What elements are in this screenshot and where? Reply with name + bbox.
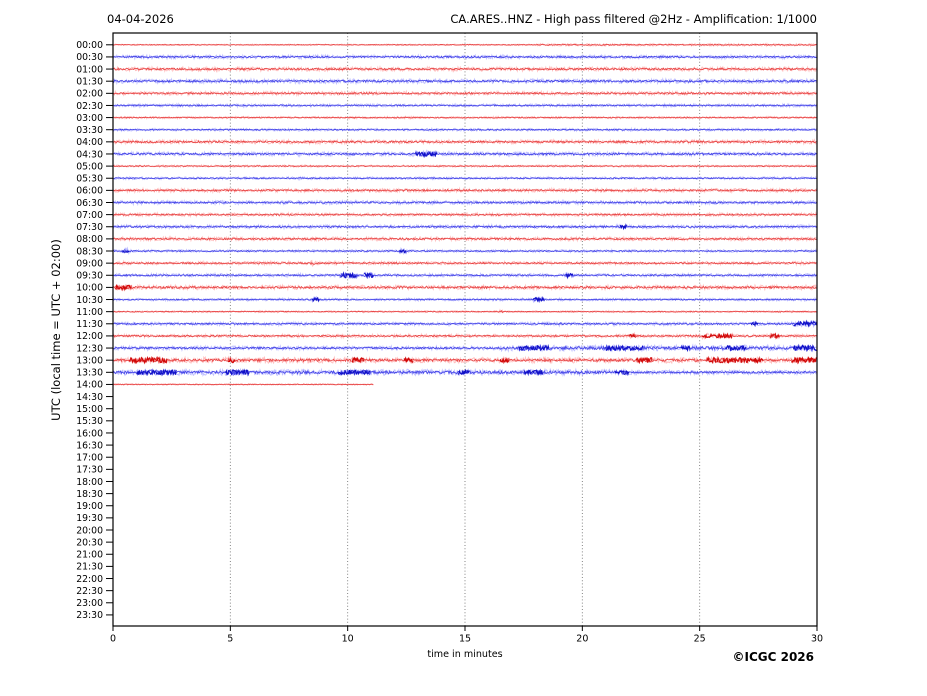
x-tick-label: 30 bbox=[811, 634, 823, 645]
y-tick-label: 02:00 bbox=[76, 89, 103, 100]
trace-row bbox=[112, 283, 817, 292]
y-tick-label: 08:30 bbox=[76, 246, 103, 257]
y-tick-label: 02:30 bbox=[76, 101, 103, 112]
plot-area: 0 5 10 15 20 25 30 00:0000:3001:0001:30 02:0002:… bbox=[76, 32, 823, 645]
trace-row bbox=[112, 382, 374, 387]
y-tick-label: 14:00 bbox=[76, 380, 103, 391]
trace-row bbox=[112, 186, 817, 195]
trace-row bbox=[112, 355, 818, 365]
x-tick-label: 15 bbox=[459, 634, 471, 645]
x-axis-title: time in minutes bbox=[427, 649, 503, 660]
trace-row bbox=[112, 126, 817, 133]
trace-row bbox=[112, 343, 817, 353]
trace-row bbox=[112, 259, 817, 267]
trace-row bbox=[112, 222, 817, 231]
y-tick-label: 03:00 bbox=[76, 113, 103, 124]
x-tick-label: 25 bbox=[694, 634, 706, 645]
y-tick-label: 11:30 bbox=[76, 319, 103, 330]
y-tick-label: 06:00 bbox=[76, 186, 103, 197]
y-tick-label: 18:00 bbox=[76, 477, 103, 488]
trace-row bbox=[112, 42, 817, 48]
trace-event bbox=[619, 223, 628, 231]
y-tick-label: 17:30 bbox=[76, 465, 103, 476]
trace-row bbox=[112, 77, 817, 86]
y-tick-label: 00:30 bbox=[76, 52, 103, 63]
copyright: ©ICGC 2026 bbox=[732, 650, 814, 664]
trace-row bbox=[112, 115, 817, 121]
y-tick-label: 17:00 bbox=[76, 453, 103, 464]
trace-row bbox=[112, 308, 817, 314]
y-tick-label: 10:30 bbox=[76, 295, 103, 306]
y-tick-label: 21:30 bbox=[76, 562, 103, 573]
y-tick-label: 05:30 bbox=[76, 174, 103, 185]
y-tick-label: 03:30 bbox=[76, 125, 103, 136]
y-tick-label: 15:30 bbox=[76, 416, 103, 427]
y-tick-label: 18:30 bbox=[76, 489, 103, 500]
x-tick-label: 0 bbox=[110, 634, 116, 645]
y-tick-label: 21:00 bbox=[76, 550, 103, 561]
y-tick-label: 10:00 bbox=[76, 283, 103, 294]
trace-event bbox=[403, 356, 414, 364]
y-tick-label: 09:00 bbox=[76, 258, 103, 269]
trace-row bbox=[112, 175, 817, 182]
y-tick-label: 04:00 bbox=[76, 137, 103, 148]
y-tick-label: 07:30 bbox=[76, 222, 103, 233]
y-tick-label: 09:30 bbox=[76, 271, 103, 282]
y-tick-label: 15:00 bbox=[76, 404, 103, 415]
y-tick-label: 01:30 bbox=[76, 76, 103, 87]
y-tick-label: 22:30 bbox=[76, 586, 103, 597]
y-tick-label: 23:00 bbox=[76, 598, 103, 609]
trace-line bbox=[112, 383, 374, 386]
trace-row bbox=[112, 65, 817, 74]
y-tick-label: 19:00 bbox=[76, 501, 103, 512]
y-tick-label: 06:30 bbox=[76, 198, 103, 209]
y-tick-label: 20:30 bbox=[76, 537, 103, 548]
trace-row bbox=[112, 295, 817, 304]
y-tick-label: 01:00 bbox=[76, 64, 103, 75]
trace-row bbox=[112, 198, 817, 207]
y-tick-label: 13:00 bbox=[76, 355, 103, 366]
y-tick-label: 16:00 bbox=[76, 428, 103, 439]
y-tick-label: 11:00 bbox=[76, 307, 103, 318]
y-tick-label: 12:00 bbox=[76, 331, 103, 342]
y-tick-label: 07:00 bbox=[76, 210, 103, 221]
trace-row bbox=[112, 102, 817, 109]
x-tick-label: 10 bbox=[342, 634, 354, 645]
trace-row bbox=[112, 163, 817, 169]
y-tick-label: 16:30 bbox=[76, 440, 103, 451]
x-tick-label: 20 bbox=[576, 634, 588, 645]
y-tick-label: 23:30 bbox=[76, 610, 103, 621]
x-tick-label: 5 bbox=[227, 634, 233, 645]
y-tick-label: 12:30 bbox=[76, 343, 103, 354]
y-tick-label: 22:00 bbox=[76, 574, 103, 585]
y-tick-label: 14:30 bbox=[76, 392, 103, 403]
y-tick-label: 19:30 bbox=[76, 513, 103, 524]
y-tick-label: 05:00 bbox=[76, 161, 103, 172]
y-tick-label: 08:00 bbox=[76, 234, 103, 245]
y-tick-label: 00:00 bbox=[76, 40, 103, 51]
y-tick-label: 04:30 bbox=[76, 149, 103, 160]
plot-border bbox=[112, 32, 818, 627]
trace-row bbox=[112, 235, 817, 243]
y-tick-label: 20:00 bbox=[76, 525, 103, 536]
helicorder-figure: 04-04-2026 CA.ARES..HNZ - High pass filt… bbox=[0, 0, 927, 696]
trace-event bbox=[706, 355, 764, 365]
y-tick-label: 13:30 bbox=[76, 368, 103, 379]
trace-row bbox=[112, 53, 817, 61]
trace-row bbox=[112, 246, 817, 256]
trace-row bbox=[112, 367, 817, 378]
